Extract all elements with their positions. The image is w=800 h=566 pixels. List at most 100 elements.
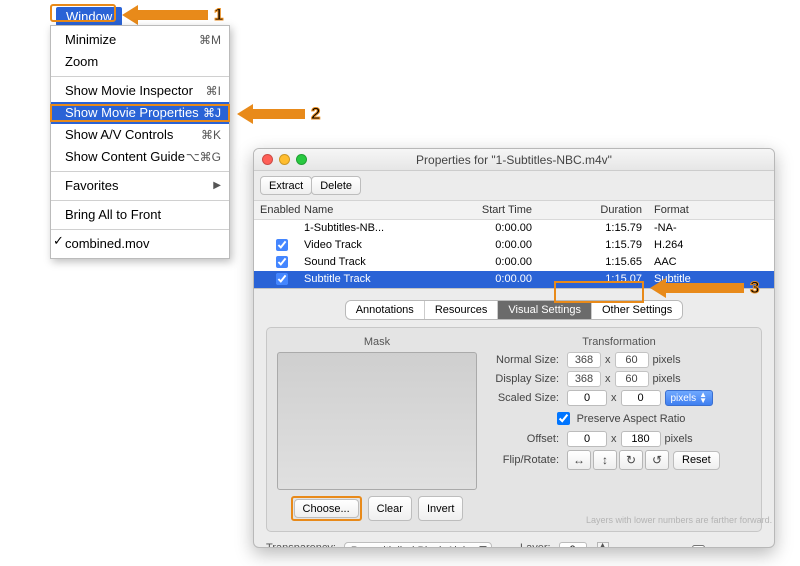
fmt-cell: H.264 <box>654 237 768 254</box>
menu-favorites[interactable]: Favorites ▶ <box>51 175 229 197</box>
reset-button[interactable]: Reset <box>673 451 720 470</box>
enabled-cell <box>260 220 304 237</box>
col-format[interactable]: Format <box>654 201 768 219</box>
menu-content-shortcut: ⌥⌘G <box>186 148 221 166</box>
offset-y-input[interactable] <box>621 431 661 447</box>
enabled-checkbox[interactable] <box>276 273 288 285</box>
menu-separator <box>51 171 229 172</box>
high-quality-checkbox[interactable] <box>692 545 705 548</box>
x-label: x <box>605 373 611 385</box>
preserve-aspect-checkbox[interactable] <box>557 412 570 425</box>
tab-visual-settings[interactable]: Visual Settings <box>498 301 592 319</box>
rotate-cw-button[interactable]: ↻ <box>619 450 643 470</box>
arrow-2-head <box>237 104 253 124</box>
menu-separator <box>51 200 229 201</box>
extract-button[interactable]: Extract <box>260 176 312 195</box>
display-height: 60 <box>615 371 649 387</box>
normal-width: 368 <box>567 352 601 368</box>
titlebar[interactable]: Properties for "1-Subtitles-NBC.m4v" <box>254 149 774 171</box>
tab-annotations[interactable]: Annotations <box>346 301 425 319</box>
table-row[interactable]: Sound Track 0:00.00 1:15.65 AAC <box>254 254 774 271</box>
menu-properties-shortcut: ⌘J <box>203 104 221 122</box>
transformation-section: Transformation Normal Size: 368 x 60 pix… <box>487 336 751 521</box>
normal-height: 60 <box>615 352 649 368</box>
name-cell: Subtitle Track <box>304 271 434 288</box>
unit-popup[interactable]: pixels ▲▼ <box>665 390 714 406</box>
pixels-label: pixels <box>653 354 681 366</box>
offset-label: Offset: <box>487 433 559 445</box>
menu-properties[interactable]: Show Movie Properties ⌘J <box>51 102 229 124</box>
dur-cell: 1:15.65 <box>544 254 654 271</box>
menu-inspector[interactable]: Show Movie Inspector ⌘I <box>51 80 229 102</box>
stepper-up-icon[interactable]: ▲ <box>597 542 609 548</box>
popup-arrows-icon: ▲▼ <box>699 392 707 404</box>
delete-button[interactable]: Delete <box>311 176 361 195</box>
chevron-right-icon: ▶ <box>213 177 221 195</box>
menu-minimize[interactable]: Minimize ⌘M <box>51 29 229 51</box>
menu-inspector-shortcut: ⌘I <box>206 82 221 100</box>
x-label: x <box>605 354 611 366</box>
pixels-label: pixels <box>665 433 693 445</box>
callout-box-choose: Choose... <box>291 496 362 521</box>
name-cell: Sound Track <box>304 254 434 271</box>
visual-settings-pane: Mask Choose... Clear Invert Transformati… <box>266 327 762 532</box>
scaled-size-label: Scaled Size: <box>487 392 559 404</box>
mask-well[interactable] <box>277 352 477 490</box>
col-start[interactable]: Start Time <box>434 201 544 219</box>
col-duration[interactable]: Duration <box>544 201 654 219</box>
fmt-cell: -NA- <box>654 220 768 237</box>
dur-cell: 1:15.79 <box>544 220 654 237</box>
menu-content-guide[interactable]: Show Content Guide ⌥⌘G <box>51 146 229 168</box>
unit-popup-label: pixels <box>671 393 697 404</box>
offset-x-input[interactable] <box>567 431 607 447</box>
choose-button[interactable]: Choose... <box>294 499 359 518</box>
table-row[interactable]: 1-Subtitles-NB... 0:00.00 1:15.79 -NA- <box>254 220 774 237</box>
flip-rotate-label: Flip/Rotate: <box>487 454 559 466</box>
menu-av-label: Show A/V Controls <box>65 126 173 144</box>
menubar-window[interactable]: Window <box>56 7 122 26</box>
menu-zoom[interactable]: Zoom <box>51 51 229 73</box>
name-cell: Video Track <box>304 237 434 254</box>
display-size-label: Display Size: <box>487 373 559 385</box>
name-cell: 1-Subtitles-NB... <box>304 220 434 237</box>
col-name[interactable]: Name <box>304 201 434 219</box>
x-label: x <box>611 433 617 445</box>
clear-button[interactable]: Clear <box>368 496 412 521</box>
transparency-popup[interactable]: Premultiplied Black Alpha <box>344 542 492 548</box>
callout-number-1: 1 <box>214 5 223 25</box>
menu-favorites-label: Favorites <box>65 177 118 195</box>
pixels-label: pixels <box>653 373 681 385</box>
start-cell: 0:00.00 <box>434 254 544 271</box>
normal-size-label: Normal Size: <box>487 354 559 366</box>
menu-separator <box>51 229 229 230</box>
rotate-ccw-button[interactable]: ↺ <box>645 450 669 470</box>
scaled-height-input[interactable] <box>621 390 661 406</box>
display-width: 368 <box>567 371 601 387</box>
callout-number-3: 3 <box>750 278 759 298</box>
menu-av-controls[interactable]: Show A/V Controls ⌘K <box>51 124 229 146</box>
layer-input[interactable] <box>559 542 587 548</box>
window-title: Properties for "1-Subtitles-NBC.m4v" <box>254 153 774 167</box>
menu-bring-label: Bring All to Front <box>65 206 161 224</box>
flip-vertical-button[interactable]: ↕ <box>593 450 617 470</box>
properties-window: Properties for "1-Subtitles-NBC.m4v" Ext… <box>253 148 775 548</box>
tab-resources[interactable]: Resources <box>425 301 499 319</box>
col-enabled[interactable]: Enabled <box>260 201 304 219</box>
tab-segmented-control: Annotations Resources Visual Settings Ot… <box>346 301 683 319</box>
invert-button[interactable]: Invert <box>418 496 464 521</box>
start-cell: 0:00.00 <box>434 237 544 254</box>
flip-horizontal-button[interactable]: ↔ <box>567 450 591 470</box>
enabled-checkbox[interactable] <box>276 239 288 251</box>
table-row[interactable]: Video Track 0:00.00 1:15.79 H.264 <box>254 237 774 254</box>
scaled-width-input[interactable] <box>567 390 607 406</box>
menu-doc-combined[interactable]: combined.mov <box>51 233 229 255</box>
layer-stepper[interactable]: ▲▼ <box>597 542 609 548</box>
tab-other-settings[interactable]: Other Settings <box>592 301 682 319</box>
arrow-3-head <box>650 278 666 298</box>
menu-bring-front[interactable]: Bring All to Front <box>51 204 229 226</box>
menu-minimize-shortcut: ⌘M <box>199 31 221 49</box>
enabled-checkbox[interactable] <box>276 256 288 268</box>
start-cell: 0:00.00 <box>434 271 544 288</box>
arrow-3-shaft <box>666 283 744 293</box>
x-label: x <box>611 392 617 404</box>
